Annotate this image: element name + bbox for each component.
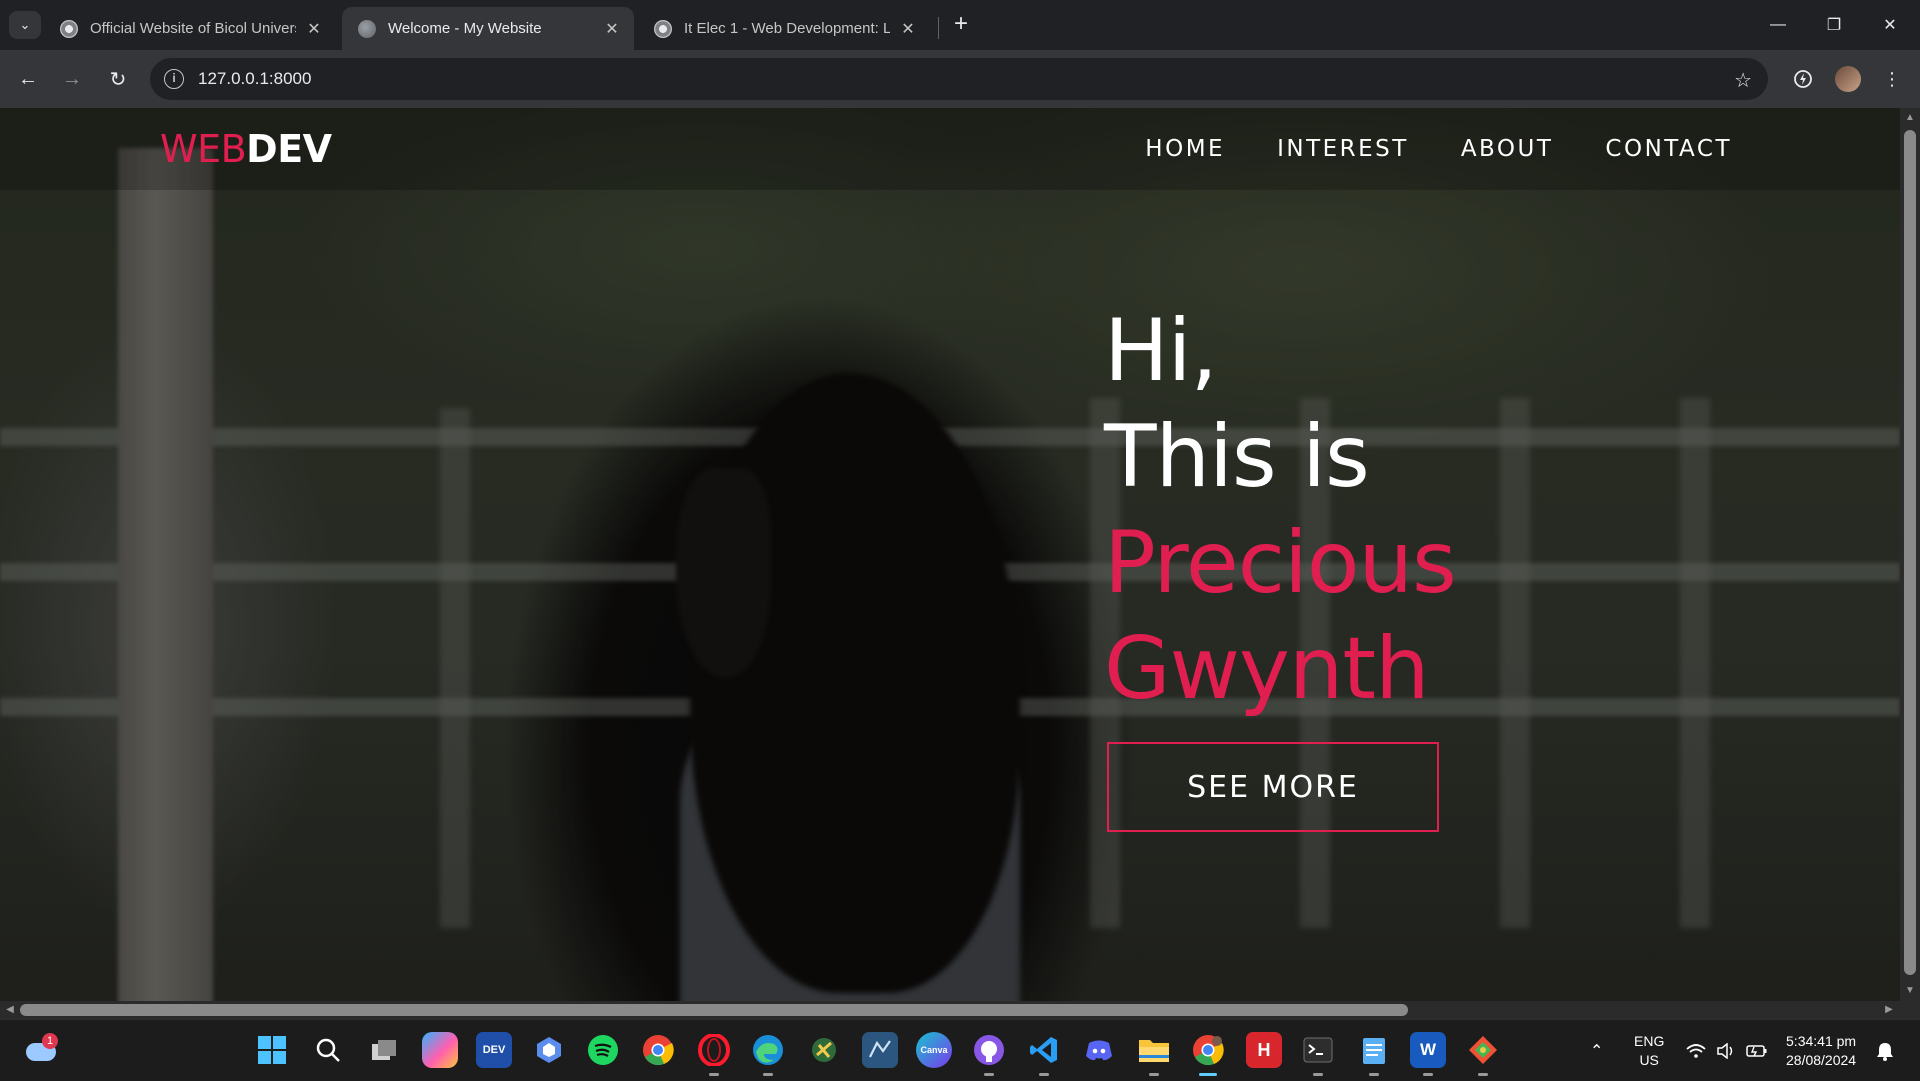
site-logo[interactable]: WEBDEV	[160, 124, 332, 174]
horizontal-scrollbar[interactable]: ◀ ▶	[0, 1001, 1900, 1019]
vertical-scroll-thumb[interactable]	[1904, 130, 1916, 975]
reload-button[interactable]: ↻	[103, 64, 133, 94]
word-icon[interactable]: W	[1410, 1032, 1446, 1076]
gear-favicon-icon	[60, 19, 78, 38]
nav-link-interest[interactable]: INTEREST	[1277, 134, 1409, 164]
nav-link-about[interactable]: ABOUT	[1461, 134, 1554, 164]
clock[interactable]: 5:34:41 pm 28/08/2024	[1786, 1020, 1856, 1081]
notepad-icon[interactable]	[1356, 1032, 1392, 1076]
search-icon[interactable]	[310, 1032, 346, 1068]
notification-badge: 1	[42, 1033, 58, 1049]
tab-close-icon[interactable]: ✕	[304, 19, 324, 39]
tab-search-button[interactable]: ⌄	[9, 11, 41, 39]
tab-title: Welcome - My Website	[388, 20, 542, 37]
url-text[interactable]: 127.0.0.1:8000	[198, 69, 311, 89]
vscode-icon[interactable]	[1026, 1032, 1062, 1076]
scrollbar-corner	[1900, 1001, 1920, 1019]
hero-greeting: Hi,	[1104, 301, 1218, 401]
hexagon-app-icon[interactable]	[531, 1032, 567, 1068]
chevron-down-icon: ⌄	[19, 17, 31, 32]
weather-widget[interactable]: 1	[24, 1033, 60, 1065]
tab-close-icon[interactable]: ✕	[602, 19, 622, 39]
heidisql-icon[interactable]: H	[1246, 1032, 1282, 1068]
scroll-up-arrow-icon[interactable]: ▲	[1900, 110, 1920, 126]
github-icon[interactable]	[971, 1032, 1007, 1076]
site-info-icon[interactable]: i	[164, 69, 184, 89]
opera-icon[interactable]	[696, 1032, 732, 1076]
volume-icon	[1717, 1042, 1733, 1059]
arrow-right-icon: →	[62, 67, 82, 90]
terminal-icon[interactable]	[1300, 1032, 1336, 1076]
restore-button[interactable]: ❐	[1806, 0, 1862, 50]
clock-time: 5:34:41 pm	[1786, 1032, 1857, 1049]
nav-link-contact[interactable]: CONTACT	[1605, 134, 1732, 164]
extensions-icon[interactable]	[1788, 64, 1818, 94]
dev-home-icon[interactable]: DEV	[476, 1032, 512, 1068]
show-hidden-icons-button[interactable]: ⌃	[1590, 1020, 1603, 1081]
mysql-workbench-icon[interactable]	[862, 1032, 898, 1068]
canva-icon[interactable]: Canva	[916, 1032, 952, 1068]
vertical-scrollbar[interactable]: ▲ ▼	[1900, 108, 1920, 1001]
sticky-app-icon[interactable]	[806, 1032, 842, 1068]
new-tab-button[interactable]: +	[948, 12, 974, 38]
gear-favicon-icon	[654, 19, 672, 38]
scroll-left-arrow-icon[interactable]: ◀	[1, 1001, 19, 1019]
file-explorer-icon[interactable]	[1136, 1032, 1172, 1076]
hero-dim-overlay	[0, 108, 1900, 1001]
tab-title: It Elec 1 - Web Development: La	[684, 20, 890, 37]
horizontal-scroll-thumb[interactable]	[20, 1004, 1408, 1016]
start-button[interactable]	[254, 1032, 290, 1068]
scroll-down-arrow-icon[interactable]: ▼	[1900, 983, 1920, 999]
hero-first-name: Precious	[1104, 513, 1457, 613]
back-button[interactable]: ←	[13, 64, 43, 94]
language-indicator[interactable]: ENG US	[1634, 1020, 1664, 1081]
minimize-button[interactable]: —	[1750, 0, 1806, 50]
tab-strip: ⌄ Official Website of Bicol Univers ✕ We…	[0, 0, 1920, 50]
nav-link-home[interactable]: HOME	[1145, 134, 1225, 164]
tab-bicol-university[interactable]: Official Website of Bicol Univers ✕	[44, 7, 336, 50]
logo-part-dev: DEV	[246, 127, 332, 171]
tab-it-elec[interactable]: It Elec 1 - Web Development: La ✕	[638, 7, 930, 50]
reload-icon: ↻	[109, 68, 127, 91]
tab-welcome[interactable]: Welcome - My Website ✕	[342, 7, 634, 50]
menu-kebab-icon[interactable]: ⋮	[1877, 64, 1907, 94]
address-bar[interactable]: i 127.0.0.1:8000 ☆	[150, 58, 1768, 100]
profile-avatar[interactable]	[1833, 64, 1863, 94]
tab-title: Official Website of Bicol Univers	[90, 20, 296, 37]
bookmark-star-icon[interactable]: ☆	[1734, 68, 1752, 93]
git-icon[interactable]	[1465, 1032, 1501, 1076]
edge-icon[interactable]	[750, 1032, 786, 1076]
logo-part-web: WEB	[160, 127, 247, 171]
site-nav-links: HOME INTEREST ABOUT CONTACT	[1093, 134, 1732, 164]
forward-button[interactable]: →	[57, 64, 87, 94]
site-navbar: WEBDEV HOME INTEREST ABOUT CONTACT	[0, 108, 1900, 190]
copilot-icon[interactable]	[422, 1032, 458, 1068]
discord-icon[interactable]	[1081, 1032, 1117, 1068]
globe-favicon-icon	[358, 19, 376, 38]
windows-taskbar: 1 DEV Canva H W ⌃ ENG US 5:34:41 pm 28/0…	[0, 1019, 1920, 1081]
language-code: ENG	[1634, 1032, 1665, 1049]
clock-date: 28/08/2024	[1786, 1051, 1857, 1068]
tab-separator	[938, 17, 939, 39]
scroll-right-arrow-icon[interactable]: ▶	[1880, 1001, 1898, 1019]
hero-second-name: Gwynth	[1104, 619, 1430, 719]
keyboard-region: US	[1639, 1051, 1659, 1068]
arrow-left-icon: ←	[18, 67, 38, 90]
window-close-button[interactable]: ✕	[1862, 0, 1918, 50]
quick-settings-button[interactable]	[1686, 1020, 1768, 1081]
chevron-up-icon: ⌃	[1590, 1042, 1604, 1060]
spotify-icon[interactable]	[585, 1032, 621, 1068]
task-view-icon[interactable]	[366, 1032, 402, 1068]
chrome-dev-icon[interactable]	[1190, 1032, 1226, 1076]
tab-close-icon[interactable]: ✕	[898, 19, 918, 39]
chrome-icon[interactable]	[640, 1032, 676, 1068]
battery-icon	[1746, 1044, 1767, 1057]
notifications-bell-icon[interactable]	[1876, 1020, 1894, 1081]
see-more-button[interactable]: SEE MORE	[1107, 742, 1439, 832]
browser-toolbar: ← → ↻ i 127.0.0.1:8000 ☆ ⋮	[0, 50, 1920, 108]
hero-heading: Hi, This is Precious Gwynth	[1104, 298, 1457, 722]
hero-intro: This is	[1104, 407, 1370, 507]
wifi-icon	[1686, 1043, 1706, 1058]
page-viewport: WEBDEV HOME INTEREST ABOUT CONTACT Hi, T…	[0, 108, 1900, 1001]
